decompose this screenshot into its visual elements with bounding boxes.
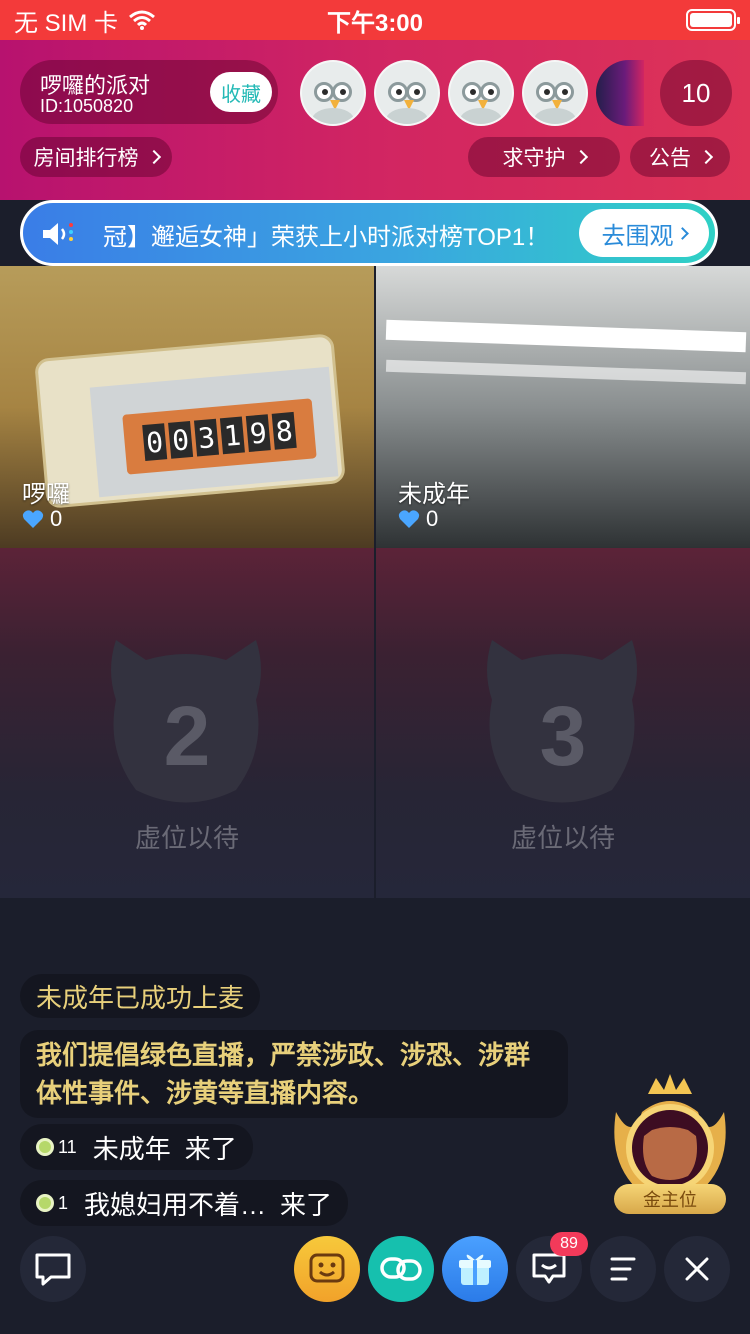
chat-message[interactable]: 11 未成年 来了 (20, 1124, 253, 1170)
menu-icon (610, 1257, 636, 1281)
like-count: 0 (50, 506, 63, 531)
video-frame: 0 0 3 1 9 8 (34, 333, 346, 509)
rules-text: 我们提倡绿色直播，严禁涉政、涉恐、涉群体性事件、涉黄等直播内容。 (36, 1040, 531, 1108)
battery-icon (685, 9, 740, 31)
favorite-button[interactable]: 收藏 (210, 72, 272, 112)
go-watch-label: 去围观 (601, 222, 674, 250)
online-count[interactable]: 10 (660, 60, 732, 126)
guard-label: 求守护 (502, 147, 566, 170)
chat-message[interactable]: 1 我媳妇用不着… 来了 (20, 1180, 349, 1226)
emoji-button[interactable] (294, 1236, 360, 1302)
seat-number: 2 (163, 689, 211, 783)
tile-likes: 0 (398, 506, 438, 532)
status-bar: 无 SIM 卡 下午3:00 (0, 0, 750, 40)
timer-digit: 1 (219, 416, 245, 455)
chat-username[interactable]: 未成年 (93, 1129, 171, 1166)
gold-seat-label: 金主位 (614, 1184, 726, 1214)
tile-username: 未成年 (398, 481, 470, 508)
room-info-pill[interactable]: 啰囉的派对 ID:1050820 收藏 (20, 60, 278, 124)
more-menu-button[interactable] (590, 1236, 656, 1302)
avatar[interactable] (374, 60, 440, 126)
user-level-badge: 11 (36, 1137, 77, 1158)
broadcast-banner[interactable]: 冠】邂逅女神」荣获上小时派对榜TOP1！ 去围观 (20, 200, 718, 266)
seat-label: 虚位以待 (134, 823, 239, 853)
guard-button[interactable]: 求守护 (468, 137, 620, 177)
level-icon (36, 1138, 54, 1156)
room-header: 啰囉的派对 ID:1050820 收藏 10 房间排行榜 求守护 公告 (0, 40, 750, 200)
gift-button[interactable] (442, 1236, 508, 1302)
comment-button[interactable] (20, 1236, 86, 1302)
user-level: 11 (58, 1136, 77, 1157)
chevron-right-icon (675, 226, 689, 240)
avatar[interactable] (522, 60, 588, 126)
speaker-icon (43, 223, 73, 245)
video-tile-guest[interactable]: 未成年 0 (376, 266, 750, 548)
room-ranking-label: 房间排行榜 (33, 147, 139, 170)
avatar[interactable] (448, 60, 514, 126)
user-level: 1 (58, 1192, 69, 1213)
announcement-label: 公告 (649, 147, 691, 170)
heart-icon (398, 510, 420, 528)
timer-digit: 0 (142, 423, 168, 462)
level-icon (36, 1194, 54, 1212)
avatar[interactable] (300, 60, 366, 126)
link-icon (380, 1257, 422, 1281)
gift-icon (459, 1254, 491, 1285)
clock: 下午3:00 (326, 9, 424, 37)
rules-message: 我们提倡绿色直播，严禁涉政、涉恐、涉群体性事件、涉黄等直播内容。 (20, 1030, 568, 1118)
seat-label: 虚位以待 (510, 823, 615, 853)
video-tile-host[interactable]: 0 0 3 1 9 8 啰囉 0 (0, 266, 374, 548)
wifi-icon (129, 10, 155, 30)
room-ranking-button[interactable]: 房间排行榜 (20, 137, 172, 177)
announcement-button[interactable]: 公告 (630, 137, 730, 177)
heart-icon (22, 510, 44, 528)
room-id: ID:1050820 (40, 96, 134, 116)
audience-avatars (300, 60, 644, 126)
system-message: 未成年已成功上麦 (20, 974, 261, 1018)
system-message-text: 未成年已成功上麦 (36, 982, 245, 1013)
like-count: 0 (426, 506, 439, 531)
banner-text: 冠】邂逅女神」荣获上小时派对榜TOP1！ (103, 224, 550, 251)
video-frame (385, 319, 747, 353)
go-watch-button[interactable]: 去围观 (579, 209, 709, 257)
tile-likes: 0 (22, 506, 62, 532)
timer-digit: 9 (245, 414, 271, 452)
empty-seat-2[interactable]: 2 虚位以待 (0, 548, 374, 898)
close-button[interactable] (664, 1236, 730, 1302)
tile-username: 啰囉 (22, 481, 70, 508)
timer-digit: 8 (271, 411, 297, 450)
seat-number: 3 (539, 689, 587, 783)
smiley-icon (309, 1253, 345, 1283)
carrier-label: 无 SIM 卡 (14, 9, 119, 37)
stopwatch-display: 0 0 3 1 9 8 (122, 398, 317, 475)
video-frame-detail (385, 359, 747, 385)
connect-mic-button[interactable] (368, 1236, 434, 1302)
timer-digit: 3 (193, 418, 220, 457)
chevron-right-icon (698, 149, 714, 165)
chevron-right-icon (573, 149, 588, 165)
chat-text: 来了 (280, 1189, 333, 1220)
chat-username[interactable]: 我媳妇用不着… (84, 1185, 266, 1222)
close-icon (685, 1257, 709, 1281)
chat-bubble-icon (35, 1253, 71, 1286)
avatar[interactable] (596, 60, 644, 126)
message-icon (532, 1253, 566, 1284)
user-level-badge: 1 (36, 1193, 68, 1214)
chat-text: 来了 (184, 1133, 237, 1164)
chevron-right-icon (146, 149, 161, 165)
empty-seat-3[interactable]: 3 虚位以待 (376, 548, 750, 898)
timer-digit: 0 (168, 421, 194, 459)
unread-badge: 89 (550, 1232, 588, 1256)
